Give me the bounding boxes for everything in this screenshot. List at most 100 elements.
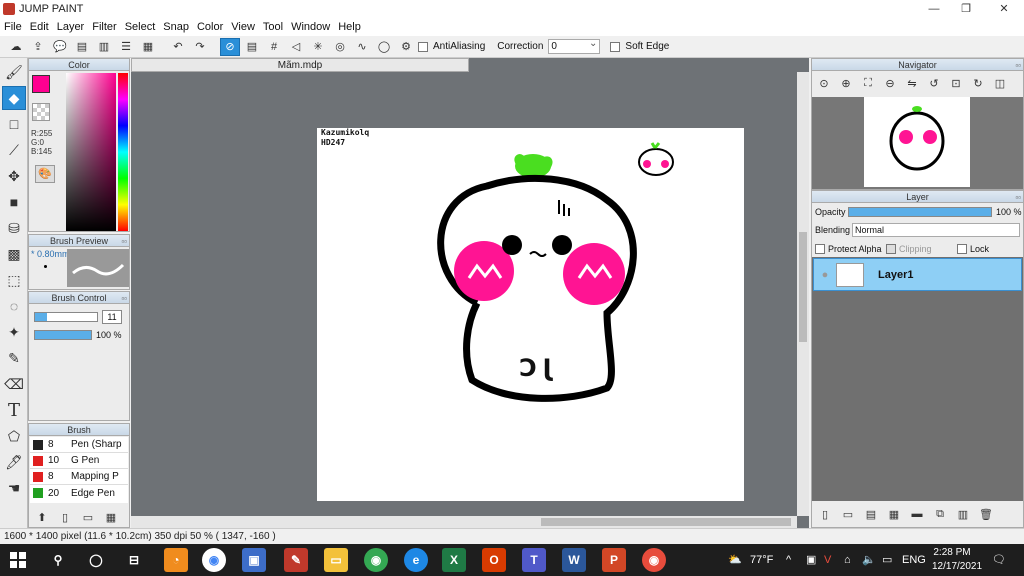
- vertical-scrollbar[interactable]: [797, 72, 809, 516]
- menu-select[interactable]: Select: [121, 21, 160, 33]
- operation-tool-icon[interactable]: ⬠: [2, 424, 26, 448]
- volume-icon[interactable]: 🔈: [862, 544, 876, 576]
- chrome-profile-icon[interactable]: ◉: [364, 548, 388, 572]
- notification-icon[interactable]: 🗨: [992, 544, 1006, 576]
- zoom-fit-icon[interactable]: ⊙: [814, 74, 834, 92]
- rotate-right-icon[interactable]: ↻: [968, 74, 988, 92]
- document-tab[interactable]: Mãm.mdp: [131, 58, 469, 72]
- comment-icon[interactable]: ▤: [72, 38, 92, 56]
- brush-size-value[interactable]: 11: [102, 310, 122, 324]
- navigator-preview[interactable]: [812, 97, 1023, 189]
- snap-circle-icon[interactable]: ◎: [330, 38, 350, 56]
- store-icon[interactable]: ▣: [242, 548, 266, 572]
- windows-start-icon[interactable]: [6, 548, 30, 572]
- cortana-icon[interactable]: ◯: [84, 548, 108, 572]
- clipping-option[interactable]: Clipping: [886, 244, 932, 254]
- menu-window[interactable]: Window: [287, 21, 334, 33]
- sub-color-swatch[interactable]: [32, 103, 50, 121]
- menu-view[interactable]: View: [227, 21, 259, 33]
- layer-visibility-icon[interactable]: ●: [814, 269, 836, 281]
- teams-icon[interactable]: T: [522, 548, 546, 572]
- menu-layer[interactable]: Layer: [53, 21, 89, 33]
- folder-icon[interactable]: ▬: [907, 505, 927, 523]
- merge-down-icon[interactable]: ▥: [953, 505, 973, 523]
- brush-tool-icon[interactable]: 🖌: [2, 60, 26, 84]
- reset-rotate-icon[interactable]: ⊡: [946, 74, 966, 92]
- gradient-tool-icon[interactable]: ▩: [2, 242, 26, 266]
- redo-icon[interactable]: ↷: [190, 38, 210, 56]
- menu-tool[interactable]: Tool: [259, 21, 287, 33]
- menu-filter[interactable]: Filter: [88, 21, 120, 33]
- file-explorer-icon[interactable]: ▭: [324, 548, 348, 572]
- duplicate-layer-icon[interactable]: ⧉: [930, 505, 950, 523]
- brush-add-icon[interactable]: ⬆: [32, 508, 52, 526]
- excel-icon[interactable]: X: [442, 548, 466, 572]
- delete-layer-icon[interactable]: 🗑: [976, 505, 996, 523]
- jump-paint-icon[interactable]: ✎: [284, 548, 308, 572]
- zoom-in-icon[interactable]: ⊕: [836, 74, 856, 92]
- select-eraser-icon[interactable]: ⌫: [2, 372, 26, 396]
- fill-rect-tool-icon[interactable]: ■: [2, 190, 26, 214]
- minimize-button[interactable]: —: [920, 1, 948, 17]
- menu-file[interactable]: File: [0, 21, 26, 33]
- layer-row[interactable]: ● Layer1: [813, 258, 1022, 291]
- document-icon[interactable]: ▥: [94, 38, 114, 56]
- chrome-icon[interactable]: ◉: [202, 548, 226, 572]
- tray-chevron-icon[interactable]: ^: [786, 544, 791, 576]
- snap-off-icon[interactable]: ⊘: [220, 37, 240, 56]
- brush-copy-icon[interactable]: ▭: [78, 508, 98, 526]
- blending-dropdown[interactable]: Normal: [852, 223, 1020, 237]
- color-picker-area[interactable]: [66, 73, 116, 231]
- brush-item[interactable]: 8 Pen (Sharp: [30, 437, 128, 453]
- office-icon[interactable]: O: [482, 548, 506, 572]
- eyedropper-tool-icon[interactable]: 🖊: [2, 450, 26, 474]
- new-layer-8bit-icon[interactable]: ▭: [838, 505, 858, 523]
- brush-size-slider[interactable]: [34, 312, 98, 322]
- battery-icon[interactable]: ▭: [882, 544, 892, 576]
- drawing-canvas[interactable]: Kazumikolq HD247 JC: [317, 128, 744, 501]
- tray-vivaldi-icon[interactable]: V: [824, 544, 831, 576]
- snap-settings-icon[interactable]: ⚙: [396, 38, 416, 56]
- magic-wand-icon[interactable]: ✦: [2, 320, 26, 344]
- weather-temp[interactable]: 77°F: [750, 544, 773, 576]
- brush-delete-icon[interactable]: ▦: [101, 508, 121, 526]
- tone-layer-icon[interactable]: ▦: [884, 505, 904, 523]
- word-icon[interactable]: W: [562, 548, 586, 572]
- snap-grid-icon[interactable]: #: [264, 38, 284, 56]
- menu-help[interactable]: Help: [334, 21, 365, 33]
- select-rect-icon[interactable]: ⬚: [2, 268, 26, 292]
- close-button[interactable]: ✕: [990, 1, 1018, 17]
- menu-color[interactable]: Color: [193, 21, 227, 33]
- rectangle-tool-icon[interactable]: □: [2, 112, 26, 136]
- hand-tool-icon[interactable]: ☚: [2, 476, 26, 500]
- line-tool-icon[interactable]: ⟋: [2, 138, 26, 162]
- network-icon[interactable]: ⌂: [844, 544, 851, 576]
- select-pen-icon[interactable]: ✎: [2, 346, 26, 370]
- share-icon[interactable]: ⇪: [28, 38, 48, 56]
- soft-edge-checkbox[interactable]: [610, 41, 621, 52]
- move-tool-icon[interactable]: ✥: [2, 164, 26, 188]
- menu-edit[interactable]: Edit: [26, 21, 53, 33]
- snap-radial-icon[interactable]: ✳: [308, 38, 328, 56]
- bucket-tool-icon[interactable]: ⛁: [2, 216, 26, 240]
- antialiasing-checkbox[interactable]: [418, 41, 428, 52]
- menu-snap[interactable]: Snap: [159, 21, 193, 33]
- rotate-left-icon[interactable]: ↺: [924, 74, 944, 92]
- horizontal-scrollbar[interactable]: [131, 516, 797, 528]
- protect-alpha-option[interactable]: Protect Alpha: [815, 244, 882, 254]
- lock-option[interactable]: Lock: [957, 244, 989, 254]
- new-layer-1bit-icon[interactable]: ▤: [861, 505, 881, 523]
- task-view-icon[interactable]: ⊟: [122, 548, 146, 572]
- layer-opacity-slider[interactable]: [848, 207, 992, 217]
- search-icon[interactable]: ⚲: [46, 548, 70, 572]
- brush-item[interactable]: 8 Mapping P: [30, 469, 128, 485]
- weather-icon[interactable]: ⛅: [728, 544, 742, 576]
- restore-button[interactable]: ❐: [952, 1, 980, 17]
- new-layer-icon[interactable]: ▯: [815, 505, 835, 523]
- clock[interactable]: 2:28 PM 12/17/2021: [932, 546, 982, 574]
- palette-icon[interactable]: 🎨: [35, 165, 55, 183]
- snap-parallel-icon[interactable]: ▤: [242, 38, 262, 56]
- flip-icon[interactable]: ⇋: [902, 74, 922, 92]
- snap-curve-icon[interactable]: ∿: [352, 38, 372, 56]
- brush-new-icon[interactable]: ▯: [55, 508, 75, 526]
